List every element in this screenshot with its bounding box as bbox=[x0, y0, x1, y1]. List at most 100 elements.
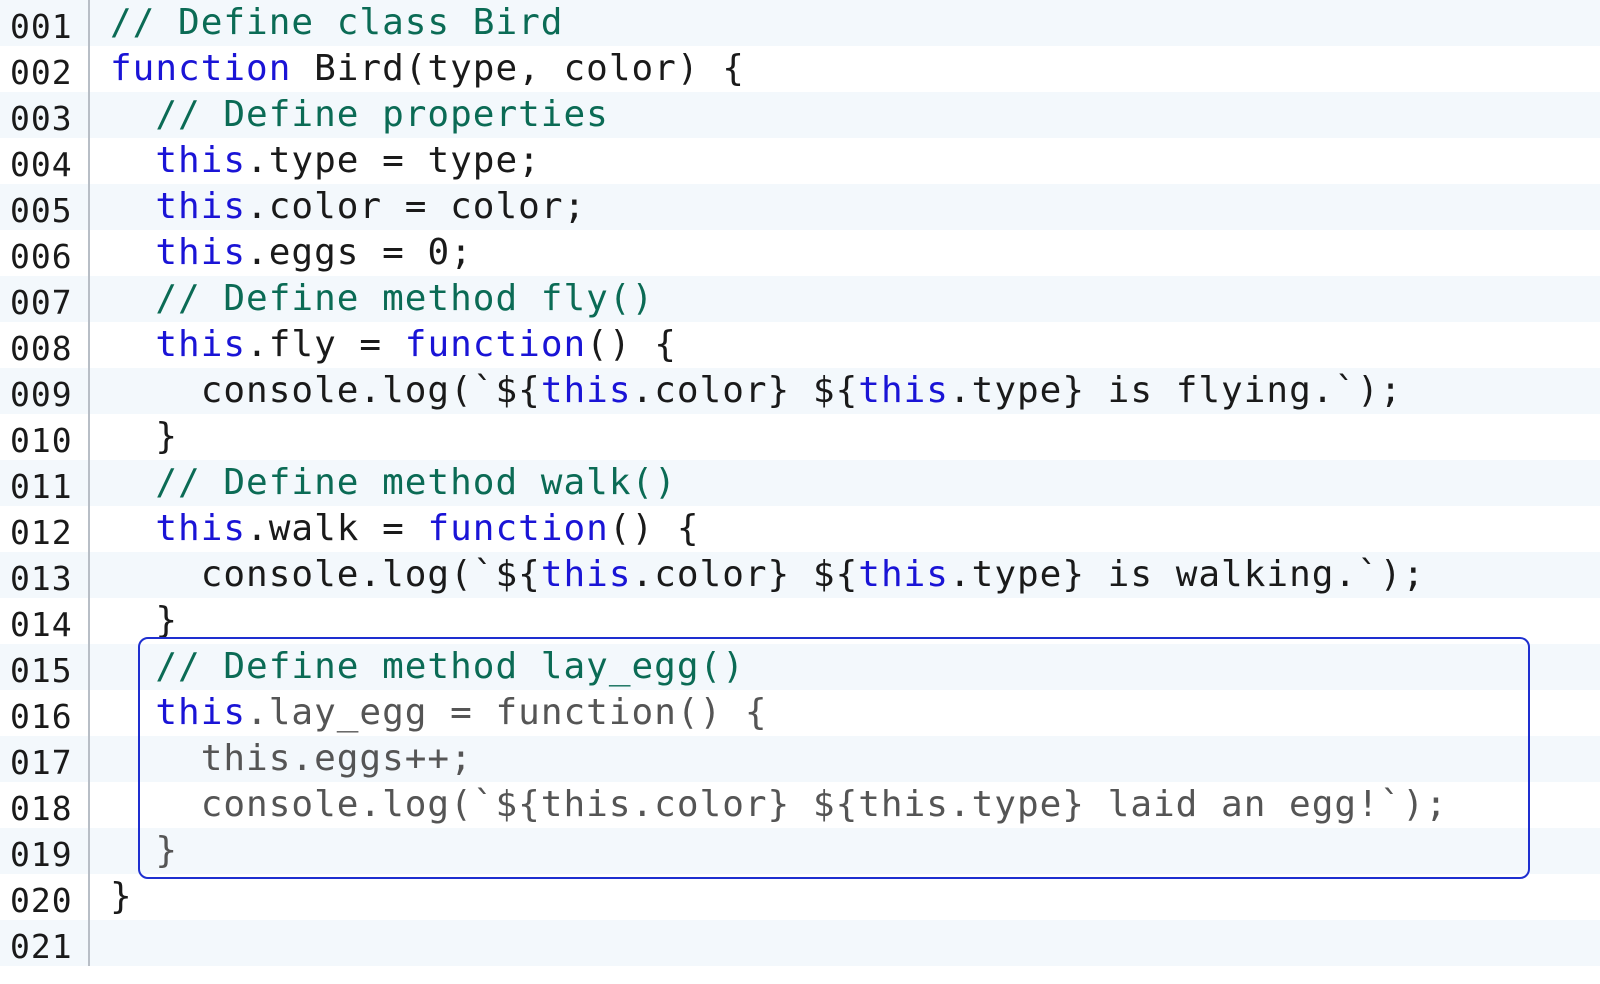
line-number: 014 bbox=[0, 598, 90, 644]
code-text[interactable]: function Bird(type, color) { bbox=[90, 46, 745, 92]
code-token: .type = type; bbox=[246, 140, 541, 181]
code-line[interactable]: 007 // Define method fly() bbox=[0, 276, 1600, 322]
code-line[interactable]: 014 } bbox=[0, 598, 1600, 644]
code-text[interactable]: this.fly = function() { bbox=[90, 322, 677, 368]
code-line[interactable]: 009 console.log(`${this.color} ${this.ty… bbox=[0, 368, 1600, 414]
line-number: 013 bbox=[0, 552, 90, 598]
code-text[interactable] bbox=[90, 920, 110, 966]
code-line[interactable]: 015 // Define method lay_egg() bbox=[0, 644, 1600, 690]
comment-token: // Define class Bird bbox=[110, 2, 564, 43]
keyword-token: this bbox=[155, 186, 247, 227]
code-text[interactable]: } bbox=[90, 598, 178, 644]
code-token: console.log(`${ bbox=[110, 554, 541, 595]
code-line[interactable]: 005 this.color = color; bbox=[0, 184, 1600, 230]
line-number: 008 bbox=[0, 322, 90, 368]
code-text[interactable]: this.walk = function() { bbox=[90, 506, 700, 552]
code-token: .color} ${ bbox=[631, 554, 859, 595]
keyword-token: this bbox=[858, 370, 949, 411]
line-number: 007 bbox=[0, 276, 90, 322]
code-line[interactable]: 002 function Bird(type, color) { bbox=[0, 46, 1600, 92]
code-token: .walk = bbox=[246, 508, 428, 549]
code-text[interactable]: // Define class Bird bbox=[90, 0, 563, 46]
code-token: } bbox=[110, 830, 179, 871]
keyword-token: function bbox=[404, 324, 587, 365]
line-number: 006 bbox=[0, 230, 90, 276]
keyword-token: this bbox=[540, 554, 632, 595]
code-line[interactable]: 001 // Define class Bird bbox=[0, 0, 1600, 46]
code-text[interactable]: } bbox=[90, 874, 133, 920]
code-line[interactable]: 008 this.fly = function() { bbox=[0, 322, 1600, 368]
code-text[interactable]: // Define method walk() bbox=[90, 460, 677, 506]
code-line[interactable]: 012 this.walk = function() { bbox=[0, 506, 1600, 552]
code-text[interactable]: // Define properties bbox=[90, 92, 609, 138]
code-text[interactable]: // Define method fly() bbox=[90, 276, 654, 322]
keyword-token: this bbox=[155, 140, 247, 181]
code-token: console.log(`${ bbox=[110, 370, 541, 411]
code-text[interactable]: this.lay_egg = function() { bbox=[90, 690, 768, 736]
line-number: 004 bbox=[0, 138, 90, 184]
code-token: } bbox=[110, 416, 179, 457]
code-line[interactable]: 019 } bbox=[0, 828, 1600, 874]
comment-token: // Define method walk() bbox=[110, 462, 677, 503]
code-token: .type} is walking.`); bbox=[948, 554, 1426, 595]
code-line[interactable]: 011 // Define method walk() bbox=[0, 460, 1600, 506]
code-editor[interactable]: 001// Define class Bird 002 function Bird(… bbox=[0, 0, 1600, 984]
code-line[interactable]: 017 this.eggs++; bbox=[0, 736, 1600, 782]
code-lines: 001// Define class Bird 002 function Bird(… bbox=[0, 0, 1600, 966]
keyword-token: this bbox=[155, 232, 247, 273]
code-line[interactable]: 013 console.log(`${this.color} ${this.ty… bbox=[0, 552, 1600, 598]
line-number: 019 bbox=[0, 828, 90, 874]
code-token: .color} ${ bbox=[631, 370, 859, 411]
line-number: 010 bbox=[0, 414, 90, 460]
line-number: 001 bbox=[0, 0, 90, 46]
code-text[interactable]: console.log(`${this.color} ${this.type} … bbox=[90, 552, 1425, 598]
comment-token: // Define method fly() bbox=[110, 278, 655, 319]
line-number: 005 bbox=[0, 184, 90, 230]
code-text[interactable]: this.type = type; bbox=[90, 138, 541, 184]
code-text[interactable]: console.log(`${this.color} ${this.type} … bbox=[90, 782, 1448, 828]
code-line[interactable]: 004 this.type = type; bbox=[0, 138, 1600, 184]
keyword-token: this bbox=[155, 508, 247, 549]
code-token: } bbox=[110, 876, 133, 917]
line-number: 012 bbox=[0, 506, 90, 552]
code-text[interactable]: } bbox=[90, 414, 178, 460]
code-token: } bbox=[110, 600, 179, 641]
code-token: () { bbox=[586, 324, 677, 365]
code-text[interactable]: // Define method lay_egg() bbox=[90, 644, 745, 690]
line-number: 015 bbox=[0, 644, 90, 690]
code-text[interactable]: this.color = color; bbox=[90, 184, 586, 230]
line-number: 002 bbox=[0, 46, 90, 92]
comment-token: // Define method lay_egg() bbox=[110, 646, 745, 687]
code-line[interactable]: 016 this.lay_egg = function() { bbox=[0, 690, 1600, 736]
code-token: .eggs = 0; bbox=[246, 232, 473, 273]
keyword-token: this bbox=[858, 554, 949, 595]
line-number: 016 bbox=[0, 690, 90, 736]
code-token: .color = color; bbox=[246, 186, 587, 227]
keyword-token: this bbox=[155, 692, 247, 733]
code-line[interactable]: 006 this.eggs = 0; bbox=[0, 230, 1600, 276]
code-line[interactable]: 021 bbox=[0, 920, 1600, 966]
line-number: 011 bbox=[0, 460, 90, 506]
code-line[interactable]: 003 // Define properties bbox=[0, 92, 1600, 138]
keyword-token: function bbox=[110, 48, 292, 89]
code-token: .type} is flying.`); bbox=[948, 370, 1403, 411]
code-text[interactable]: this.eggs = 0; bbox=[90, 230, 473, 276]
code-token: .lay_egg = function() { bbox=[246, 692, 768, 733]
code-line[interactable]: 020} bbox=[0, 874, 1600, 920]
code-line[interactable]: 018 console.log(`${this.color} ${this.ty… bbox=[0, 782, 1600, 828]
code-text[interactable]: console.log(`${this.color} ${this.type} … bbox=[90, 368, 1402, 414]
keyword-token: this bbox=[540, 370, 632, 411]
code-text[interactable]: } bbox=[90, 828, 178, 874]
code-token: this.eggs++; bbox=[110, 738, 473, 779]
line-number: 018 bbox=[0, 782, 90, 828]
code-line[interactable]: 010 } bbox=[0, 414, 1600, 460]
keyword-token: this bbox=[155, 324, 247, 365]
line-number: 021 bbox=[0, 920, 90, 966]
line-number: 009 bbox=[0, 368, 90, 414]
code-text[interactable]: this.eggs++; bbox=[90, 736, 473, 782]
